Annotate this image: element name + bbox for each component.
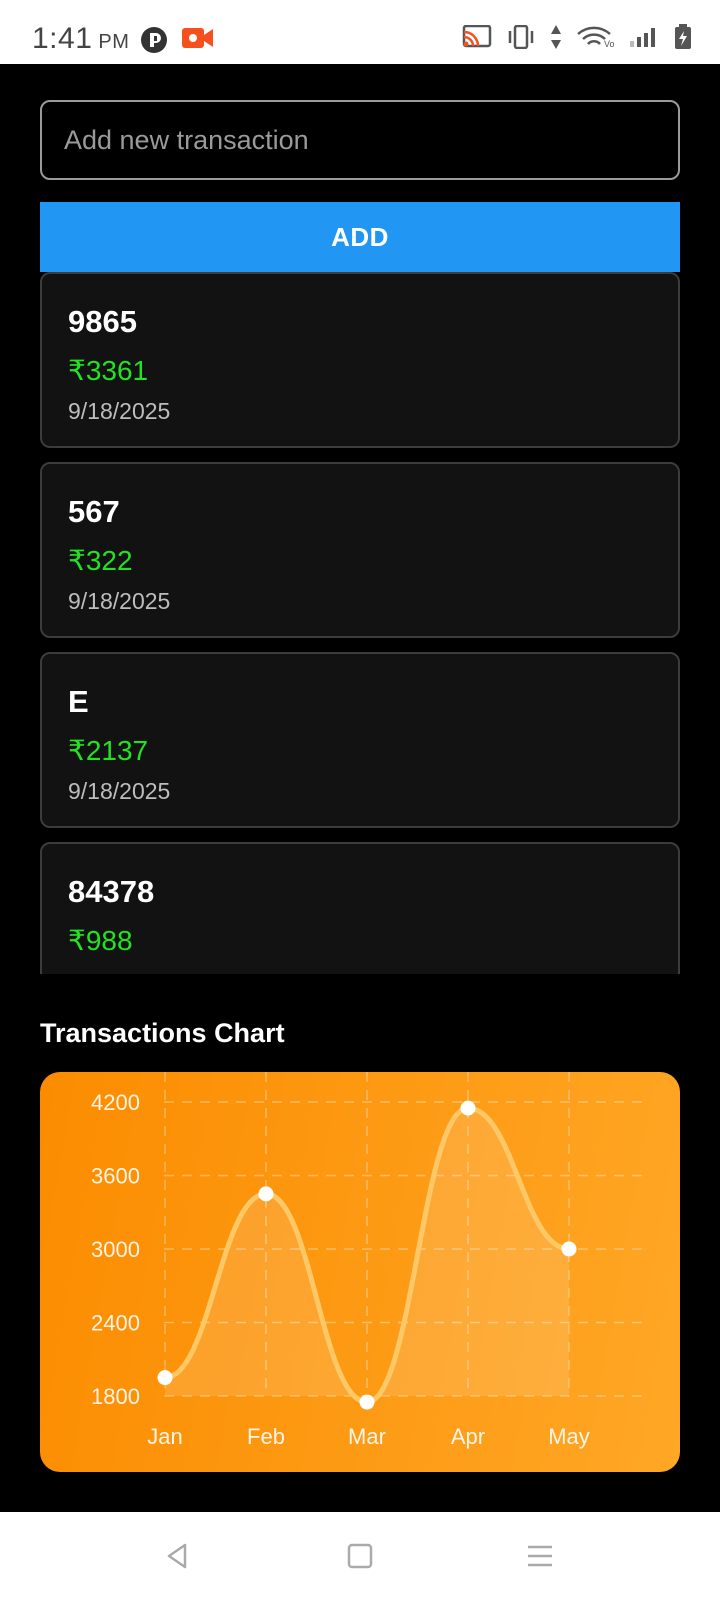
status-time-ampm: PM (98, 31, 130, 53)
data-arrows-icon (550, 25, 562, 54)
signal-icon (628, 25, 660, 54)
cast-icon (462, 24, 492, 54)
transaction-card[interactable]: 9865 ₹3361 9/18/2025 (40, 272, 680, 448)
add-button[interactable]: ADD (40, 202, 680, 272)
transaction-date: 9/18/2025 (68, 588, 171, 614)
x-tick-label: Feb (247, 1424, 285, 1449)
x-tick-label: May (548, 1424, 590, 1449)
data-point (157, 1370, 173, 1386)
data-point (460, 1100, 476, 1116)
transaction-amount: ₹322 (68, 545, 133, 576)
transaction-date: 9/18/2025 (68, 398, 171, 424)
x-tick-label: Jan (147, 1424, 182, 1449)
navigation-bar (0, 1512, 720, 1600)
y-tick-label: 1800 (91, 1384, 140, 1409)
battery-icon (674, 24, 692, 55)
data-point (258, 1186, 274, 1202)
transaction-card[interactable]: 567 ₹322 9/18/2025 (40, 462, 680, 638)
back-icon[interactable] (156, 1534, 200, 1578)
chart-svg: 1800 2400 3000 3600 4200 Jan Feb Mar Apr May (91, 1072, 644, 1449)
transaction-name: 84378 (68, 874, 155, 909)
transaction-list[interactable]: 9865 ₹3361 9/18/2025 567 ₹322 9/18/2025 … (40, 272, 680, 974)
transaction-name: E (68, 684, 89, 719)
transaction-card[interactable]: E ₹2137 9/18/2025 (40, 652, 680, 828)
status-time: 1:41 PM (32, 22, 129, 56)
y-tick-label: 2400 (91, 1311, 140, 1336)
add-transaction-input[interactable] (40, 100, 680, 180)
x-tick-label: Apr (451, 1424, 485, 1449)
transactions-chart: 1800 2400 3000 3600 4200 Jan Feb Mar Apr May (40, 1072, 680, 1472)
transaction-date: 9/18/2025 (68, 778, 171, 804)
transaction-name: 9865 (68, 304, 137, 339)
p-app-icon (140, 26, 168, 59)
vibrate-icon (506, 24, 536, 54)
transaction-card[interactable]: 84378 ₹988 (40, 842, 680, 974)
home-icon[interactable] (338, 1534, 382, 1578)
y-tick-label: 3600 (91, 1164, 140, 1189)
transaction-amount: ₹2137 (68, 735, 149, 766)
transaction-amount: ₹988 (68, 925, 133, 956)
transaction-name: 567 (68, 494, 120, 529)
network-type-label: Vo LTE (604, 39, 614, 49)
data-point (359, 1394, 375, 1410)
status-time-value: 1:41 (32, 22, 93, 55)
status-bar: 1:41PM Vo LTE (0, 0, 720, 64)
y-tick-label: 4200 (91, 1090, 140, 1115)
x-tick-label: Mar (348, 1424, 386, 1449)
recents-menu-icon[interactable] (518, 1534, 562, 1578)
chart-title: Transactions Chart (40, 1018, 285, 1048)
screen-record-icon (182, 26, 214, 55)
data-point (561, 1241, 577, 1257)
wifi-icon: Vo LTE (576, 25, 633, 54)
transaction-amount: ₹3361 (68, 355, 149, 386)
y-tick-label: 3000 (91, 1237, 140, 1262)
